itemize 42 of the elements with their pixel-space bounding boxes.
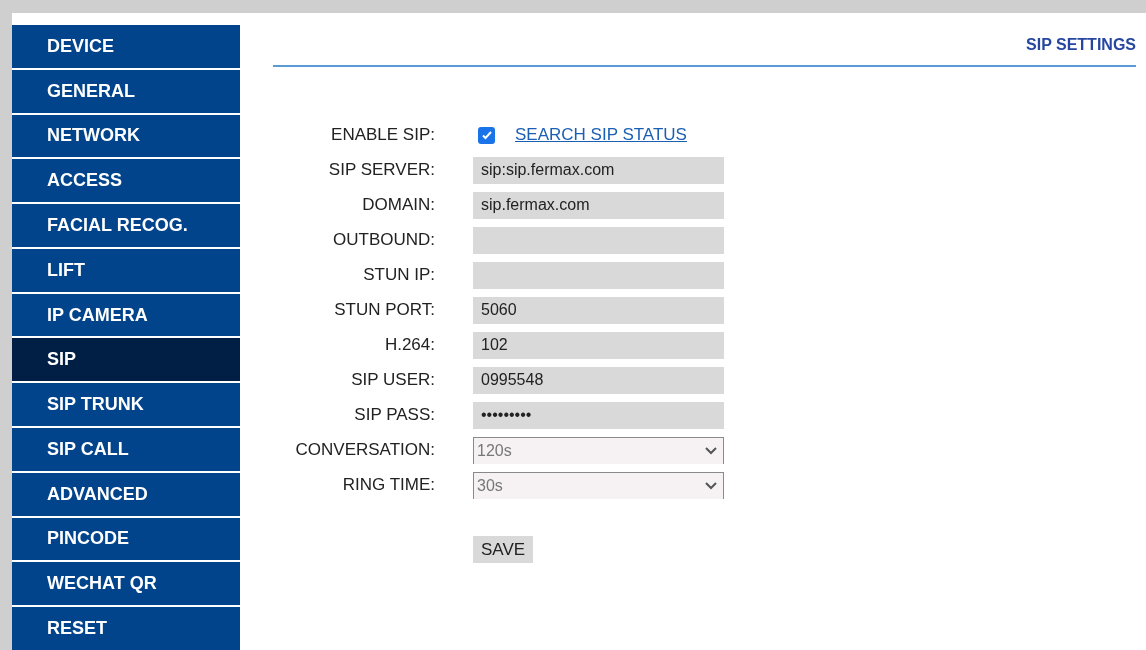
- input-field[interactable]: 5060: [473, 296, 724, 324]
- sidebar-item[interactable]: WECHAT QR: [12, 562, 240, 606]
- sidebar-item[interactable]: ACCESS: [12, 159, 240, 203]
- dropdown[interactable]: 120s: [473, 436, 724, 464]
- sidebar-item[interactable]: ADVANCED: [12, 472, 240, 516]
- field-label: H.264:: [383, 334, 435, 357]
- field-label: SIP USER:: [350, 369, 435, 392]
- field-label: OUTBOUND:: [332, 229, 435, 252]
- field-label: SIP SERVER:: [327, 159, 435, 182]
- sidebar-item[interactable]: NETWORK: [12, 114, 240, 158]
- chevron-icon: [705, 446, 717, 455]
- field-label: CONVERSATION:: [294, 439, 435, 462]
- field-label: DOMAIN:: [361, 194, 435, 217]
- sidebar-item[interactable]: PINCODE: [12, 517, 240, 561]
- sidebar-item[interactable]: LIFT: [12, 248, 240, 292]
- input-field[interactable]: [473, 261, 724, 289]
- input-field[interactable]: •••••••••: [473, 401, 724, 429]
- field-label: STUN PORT:: [333, 299, 435, 322]
- sidebar-item[interactable]: IP CAMERA: [12, 293, 240, 337]
- input-field[interactable]: 102: [473, 331, 724, 359]
- sidebar-item[interactable]: DEVICE: [12, 25, 240, 68]
- field-label: RING TIME:: [341, 474, 435, 497]
- sidebar-item[interactable]: FACIAL RECOG.: [12, 204, 240, 247]
- sidebar-item[interactable]: RESET: [12, 607, 240, 650]
- sidebar-item[interactable]: GENERAL: [12, 69, 240, 113]
- save-button[interactable]: SAVE: [473, 536, 534, 563]
- chevron-icon: [705, 481, 717, 490]
- input-field[interactable]: 0995548: [473, 366, 724, 394]
- sidebar-item[interactable]: SIP TRUNK: [12, 383, 240, 427]
- sidebar-item[interactable]: SIP CALL: [12, 428, 240, 471]
- page-title: SIP SETTINGS: [1026, 35, 1136, 55]
- input-field[interactable]: sip:sip.fermax.com: [473, 156, 724, 184]
- check-icon: [480, 129, 493, 141]
- checkbox[interactable]: [478, 126, 495, 144]
- sidebar-item[interactable]: SIP: [12, 338, 240, 382]
- field-label: SIP PASS:: [353, 404, 435, 427]
- field-label: STUN IP:: [362, 264, 435, 287]
- input-field[interactable]: [473, 226, 724, 254]
- field-label: ENABLE SIP:: [330, 124, 435, 147]
- input-field[interactable]: sip.fermax.com: [473, 191, 724, 219]
- dropdown[interactable]: 30s: [473, 471, 724, 499]
- status-link[interactable]: SEARCH SIP STATUS: [515, 122, 687, 148]
